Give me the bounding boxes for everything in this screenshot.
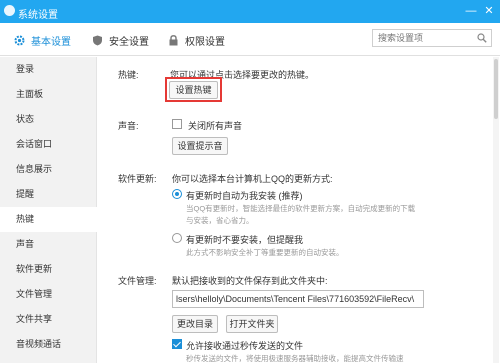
minimize-button[interactable]: —: [464, 4, 478, 18]
file-management-description: 默认把接收到的文件保存到此文件夹中:: [172, 276, 328, 286]
search-icon[interactable]: [477, 33, 487, 43]
update-description: 你可以选择本台计算机上QQ的更新方式:: [172, 174, 333, 184]
notify-only-label: 有更新时不要安装，但提醒我: [186, 235, 304, 245]
sidebar-item-software-update[interactable]: 软件更新: [0, 257, 97, 282]
sidebar-item-file-sharing[interactable]: 文件共享: [0, 307, 97, 332]
settings-search[interactable]: [372, 29, 492, 47]
sidebar-item-chat-window[interactable]: 会话窗口: [0, 132, 97, 157]
set-sound-button[interactable]: 设置提示音: [172, 137, 228, 155]
notify-only-radio[interactable]: [172, 233, 182, 243]
sidebar: 登录 主面板 状态 会话窗口 信息展示 提醒 热键 声音 软件更新 文件管理 文…: [0, 57, 97, 363]
tab-label: 权限设置: [185, 36, 225, 48]
sidebar-item-reminders[interactable]: 提醒: [0, 182, 97, 207]
auto-install-label: 有更新时自动为我安装 (推荐): [186, 191, 303, 201]
gear-icon: [14, 35, 25, 46]
content-scrollbar[interactable]: [493, 57, 499, 363]
sidebar-item-login[interactable]: 登录: [0, 57, 97, 82]
set-hotkey-button[interactable]: 设置热键: [169, 81, 218, 99]
allow-relay-desc: 秒传发送的文件，将使用极速服务器辅助接收，能提高文件传输速: [186, 354, 404, 363]
auto-install-radio[interactable]: [172, 189, 182, 199]
tab-security-settings[interactable]: 安全设置: [92, 32, 149, 48]
sidebar-item-info-display[interactable]: 信息展示: [0, 157, 97, 182]
update-label: 软件更新:: [118, 174, 157, 184]
hotkey-label: 热键:: [118, 70, 139, 80]
mute-all-label: 关闭所有声音: [188, 121, 243, 131]
sidebar-item-hotkeys[interactable]: 热键: [0, 207, 97, 232]
notify-only-desc: 此方式不影响安全补丁等重要更新的自动安装。: [186, 248, 344, 257]
title-bar: 系统设置 — ✕: [0, 0, 500, 23]
auto-install-desc-line2: 与安装，省心省力。: [186, 216, 254, 225]
sidebar-item-file-management[interactable]: 文件管理: [0, 282, 97, 307]
save-path-field[interactable]: lsers\helloly\Documents\Tencent Files\77…: [172, 290, 424, 308]
sidebar-item-sound[interactable]: 声音: [0, 232, 97, 257]
auto-install-desc-line1: 当QQ有更新时，智能选择最佳的软件更新方案，自动完成更新的下载: [186, 204, 416, 213]
close-button[interactable]: ✕: [482, 4, 496, 18]
tab-label: 安全设置: [109, 36, 149, 48]
allow-relay-checkbox[interactable]: [172, 339, 182, 349]
change-directory-button[interactable]: 更改目录: [172, 315, 218, 333]
open-folder-button[interactable]: 打开文件夹: [226, 315, 278, 333]
tab-basic-settings[interactable]: 基本设置: [14, 32, 71, 48]
tab-permission-settings[interactable]: 权限设置: [168, 32, 225, 48]
sidebar-item-main-panel[interactable]: 主面板: [0, 82, 97, 107]
sidebar-item-av-call[interactable]: 音视频通话: [0, 332, 97, 357]
lock-icon: [168, 34, 179, 46]
tab-label: 基本设置: [31, 36, 71, 48]
file-management-label: 文件管理:: [118, 276, 157, 286]
search-input[interactable]: [373, 30, 473, 46]
tab-bar: 基本设置 安全设置 权限设置: [0, 23, 500, 56]
allow-relay-label: 允许接收通过秒传发送的文件: [186, 341, 304, 351]
sound-label: 声音:: [118, 121, 139, 131]
settings-content: 热键: 您可以通过点击选择要更改的热键。 设置热键 声音: 关闭所有声音 设置提…: [98, 57, 500, 363]
scrollbar-thumb[interactable]: [494, 59, 498, 119]
sidebar-item-status[interactable]: 状态: [0, 107, 97, 132]
qq-app-icon: [4, 5, 15, 16]
mute-all-checkbox[interactable]: [172, 119, 182, 129]
window-title: 系统设置: [18, 10, 58, 21]
shield-icon: [92, 35, 103, 46]
